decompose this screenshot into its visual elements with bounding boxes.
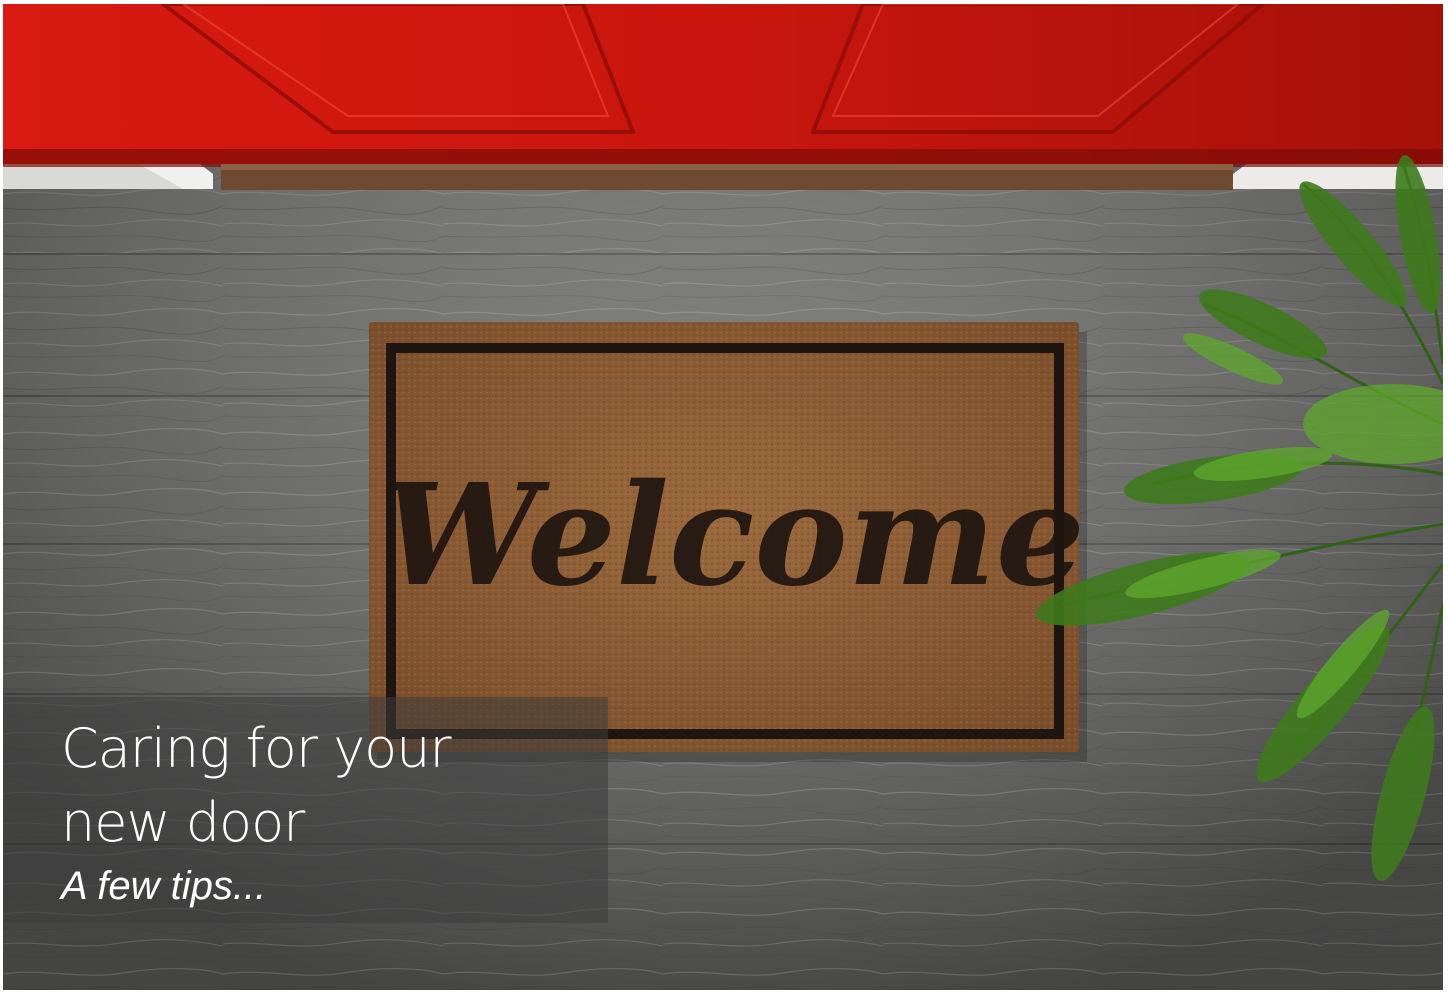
mat-welcome-text: Welcome [381, 454, 1085, 618]
cover-page: Welcome Caring for your new door A few t… [0, 0, 1448, 993]
caption-title: Caring for your new door [61, 717, 452, 854]
caption-subtitle: A few tips... [61, 864, 267, 908]
welcome-mat: Welcome [369, 322, 1087, 762]
